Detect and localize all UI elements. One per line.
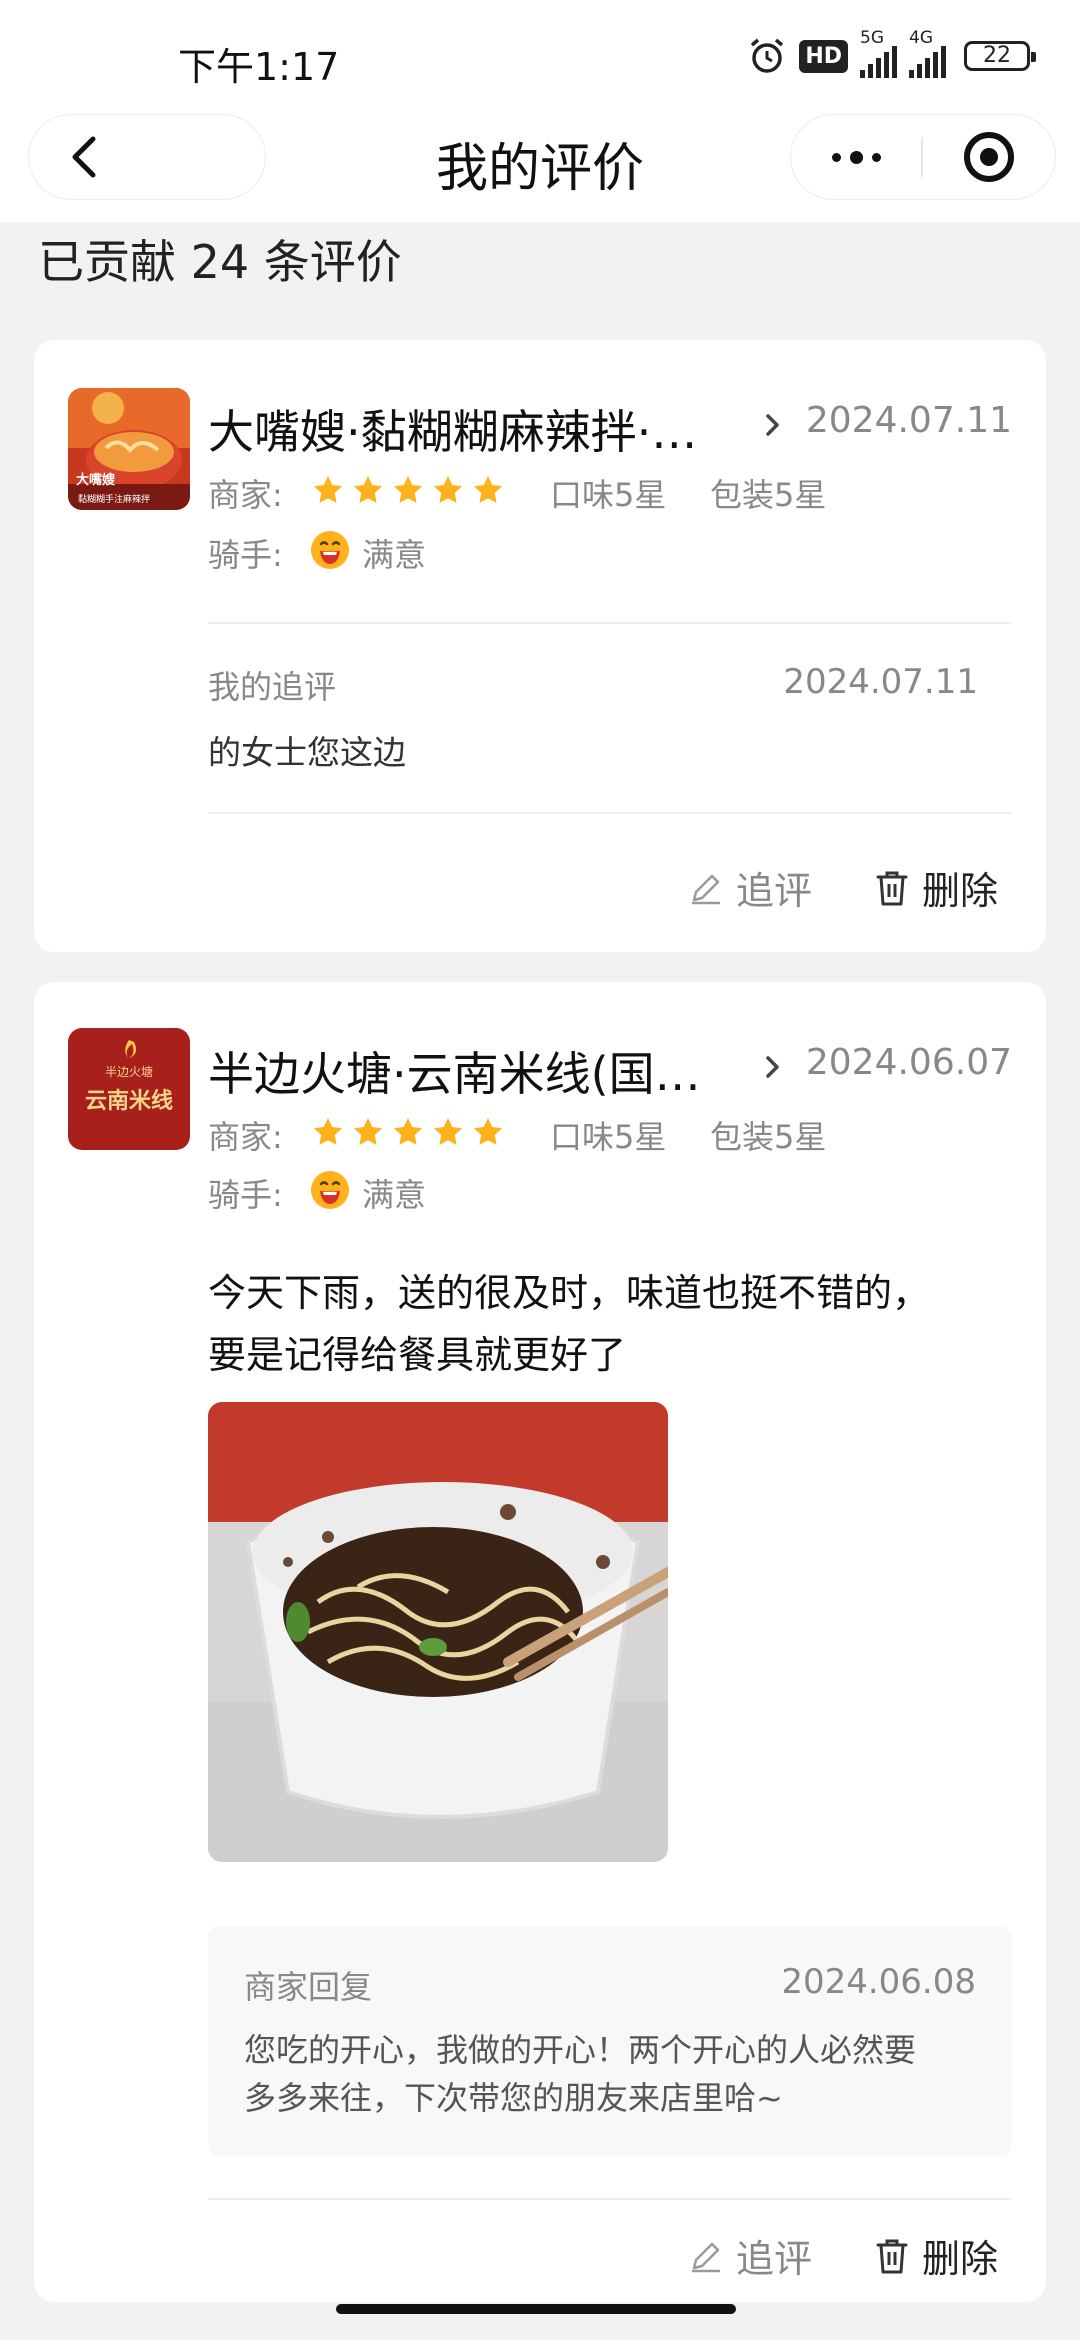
star-icon — [354, 476, 382, 503]
rider-rating: 满意 — [362, 1176, 427, 1214]
chevron-right-icon[interactable] — [762, 1054, 784, 1080]
merchant-stars — [312, 1116, 504, 1148]
miniapp-capsule — [790, 114, 1056, 200]
review-text-line: 要是记得给餐具就更好了 — [208, 1333, 627, 1377]
home-indicator[interactable] — [336, 2304, 736, 2314]
network-4g-label: 4G — [909, 28, 933, 48]
my-follow-up-label: 我的追评 — [208, 668, 337, 706]
star-icon — [394, 476, 422, 503]
thumb-title: 半边火塘 — [105, 1064, 153, 1079]
battery-icon: 22 — [964, 41, 1036, 71]
status-icons: HD 5G 4G 22 — [747, 28, 1036, 78]
merchant-reply: 商家回复 2024.06.08 您吃的开心，我做的开心！两个开心的人必然要 多多… — [208, 1926, 1012, 2156]
merchant-stars — [312, 474, 504, 506]
review-card: 半边火塘 云南米线 半边火塘·云南米线(国… 2024.06.07 商家: 口味… — [34, 982, 1046, 2302]
follow-up-button[interactable]: 追评 — [688, 2228, 812, 2283]
edit-icon — [692, 2242, 720, 2272]
close-miniapp-button[interactable] — [923, 132, 1056, 182]
review-photo[interactable] — [208, 1402, 668, 1862]
reply-text-line: 您吃的开心，我做的开心！两个开心的人必然要 — [244, 2031, 917, 2069]
thumb-subtitle: 黏糊糊手注麻辣拌 — [78, 493, 150, 505]
trash-icon — [876, 871, 908, 905]
merchant-reply-date: 2024.06.08 — [781, 1962, 976, 2002]
divider — [208, 2198, 1012, 2200]
signal-5g-icon: 5G — [860, 28, 897, 78]
rider-label: 骑手: — [208, 1176, 283, 1214]
chevron-right-icon[interactable] — [762, 412, 784, 438]
nav-bar: 我的评价 — [0, 110, 1080, 222]
noodle-bowl-photo — [208, 1402, 668, 1862]
reply-text-line: 多多来往，下次带您的朋友来店里哈~ — [244, 2079, 783, 2117]
network-5g-label: 5G — [860, 28, 884, 48]
shop-thumbnail[interactable]: 大嘴嫂 黏糊糊手注麻辣拌 — [68, 388, 190, 510]
delete-button[interactable]: 删除 — [874, 2228, 998, 2283]
packaging-rating: 包装5星 — [710, 1118, 827, 1156]
happy-emoji-icon — [311, 1171, 349, 1209]
happy-emoji-icon — [311, 531, 349, 569]
star-icon — [434, 1118, 462, 1145]
star-icon — [354, 1118, 382, 1145]
follow-up-text: 的女士您这边 — [208, 733, 406, 772]
star-icon — [314, 476, 342, 503]
edit-icon — [692, 874, 720, 904]
packaging-rating: 包装5星 — [710, 476, 827, 514]
merchant-label: 商家: — [208, 476, 283, 514]
follow-up-label: 追评 — [736, 869, 813, 913]
review-card: 大嘴嫂 黏糊糊手注麻辣拌 大嘴嫂·黏糊糊麻辣拌·… 2024.07.11 商家:… — [34, 340, 1046, 952]
star-icon — [394, 1118, 422, 1145]
more-options-button[interactable] — [791, 150, 921, 164]
rider-label: 骑手: — [208, 536, 283, 574]
trash-icon — [876, 2239, 908, 2273]
divider — [208, 622, 1012, 624]
shop-thumbnail[interactable]: 半边火塘 云南米线 — [68, 1028, 190, 1150]
status-bar: 下午1:17 HD 5G 4G 22 — [0, 0, 1080, 110]
taste-rating: 口味5星 — [550, 1118, 667, 1156]
review-date: 2024.07.11 — [805, 400, 1012, 441]
divider — [208, 812, 1012, 814]
taste-rating: 口味5星 — [550, 476, 667, 514]
shop-logo-image: 半边火塘 云南米线 — [68, 1028, 190, 1150]
status-time: 下午1:17 — [178, 45, 340, 89]
review-date: 2024.06.07 — [805, 1042, 1012, 1083]
delete-label: 删除 — [922, 2237, 999, 2281]
follow-up-date: 2024.07.11 — [783, 662, 978, 702]
hd-badge: HD — [799, 39, 848, 73]
thumb-subtitle: 云南米线 — [85, 1088, 173, 1114]
delete-button[interactable]: 删除 — [874, 860, 998, 915]
shop-name[interactable]: 半边火塘·云南米线(国… — [208, 1038, 701, 1104]
shop-name[interactable]: 大嘴嫂·黏糊糊麻辣拌·… — [208, 396, 697, 462]
review-count: 已贡献 24 条评价 — [38, 235, 402, 289]
thumb-title: 大嘴嫂 — [76, 472, 116, 488]
review-text: 今天下雨，送的很及时，味道也挺不错的， 要是记得给餐具就更好了 — [208, 1262, 1008, 1386]
star-icon — [474, 1118, 502, 1145]
merchant-reply-label: 商家回复 — [244, 1968, 373, 2006]
star-icon — [474, 476, 502, 503]
shop-logo-image: 大嘴嫂 黏糊糊手注麻辣拌 — [68, 388, 190, 510]
rider-rating: 满意 — [362, 536, 427, 574]
merchant-reply-text: 您吃的开心，我做的开心！两个开心的人必然要 多多来往，下次带您的朋友来店里哈~ — [244, 2026, 984, 2122]
follow-up-label: 追评 — [736, 2237, 813, 2281]
review-text-line: 今天下雨，送的很及时，味道也挺不错的， — [208, 1271, 931, 1315]
signal-4g-icon: 4G — [909, 28, 946, 78]
star-icon — [434, 476, 462, 503]
target-icon — [963, 132, 1014, 182]
alarm-icon — [751, 38, 784, 73]
merchant-label: 商家: — [208, 1118, 283, 1156]
star-icon — [314, 1118, 342, 1145]
follow-up-button[interactable]: 追评 — [688, 860, 812, 915]
delete-label: 删除 — [922, 869, 999, 913]
